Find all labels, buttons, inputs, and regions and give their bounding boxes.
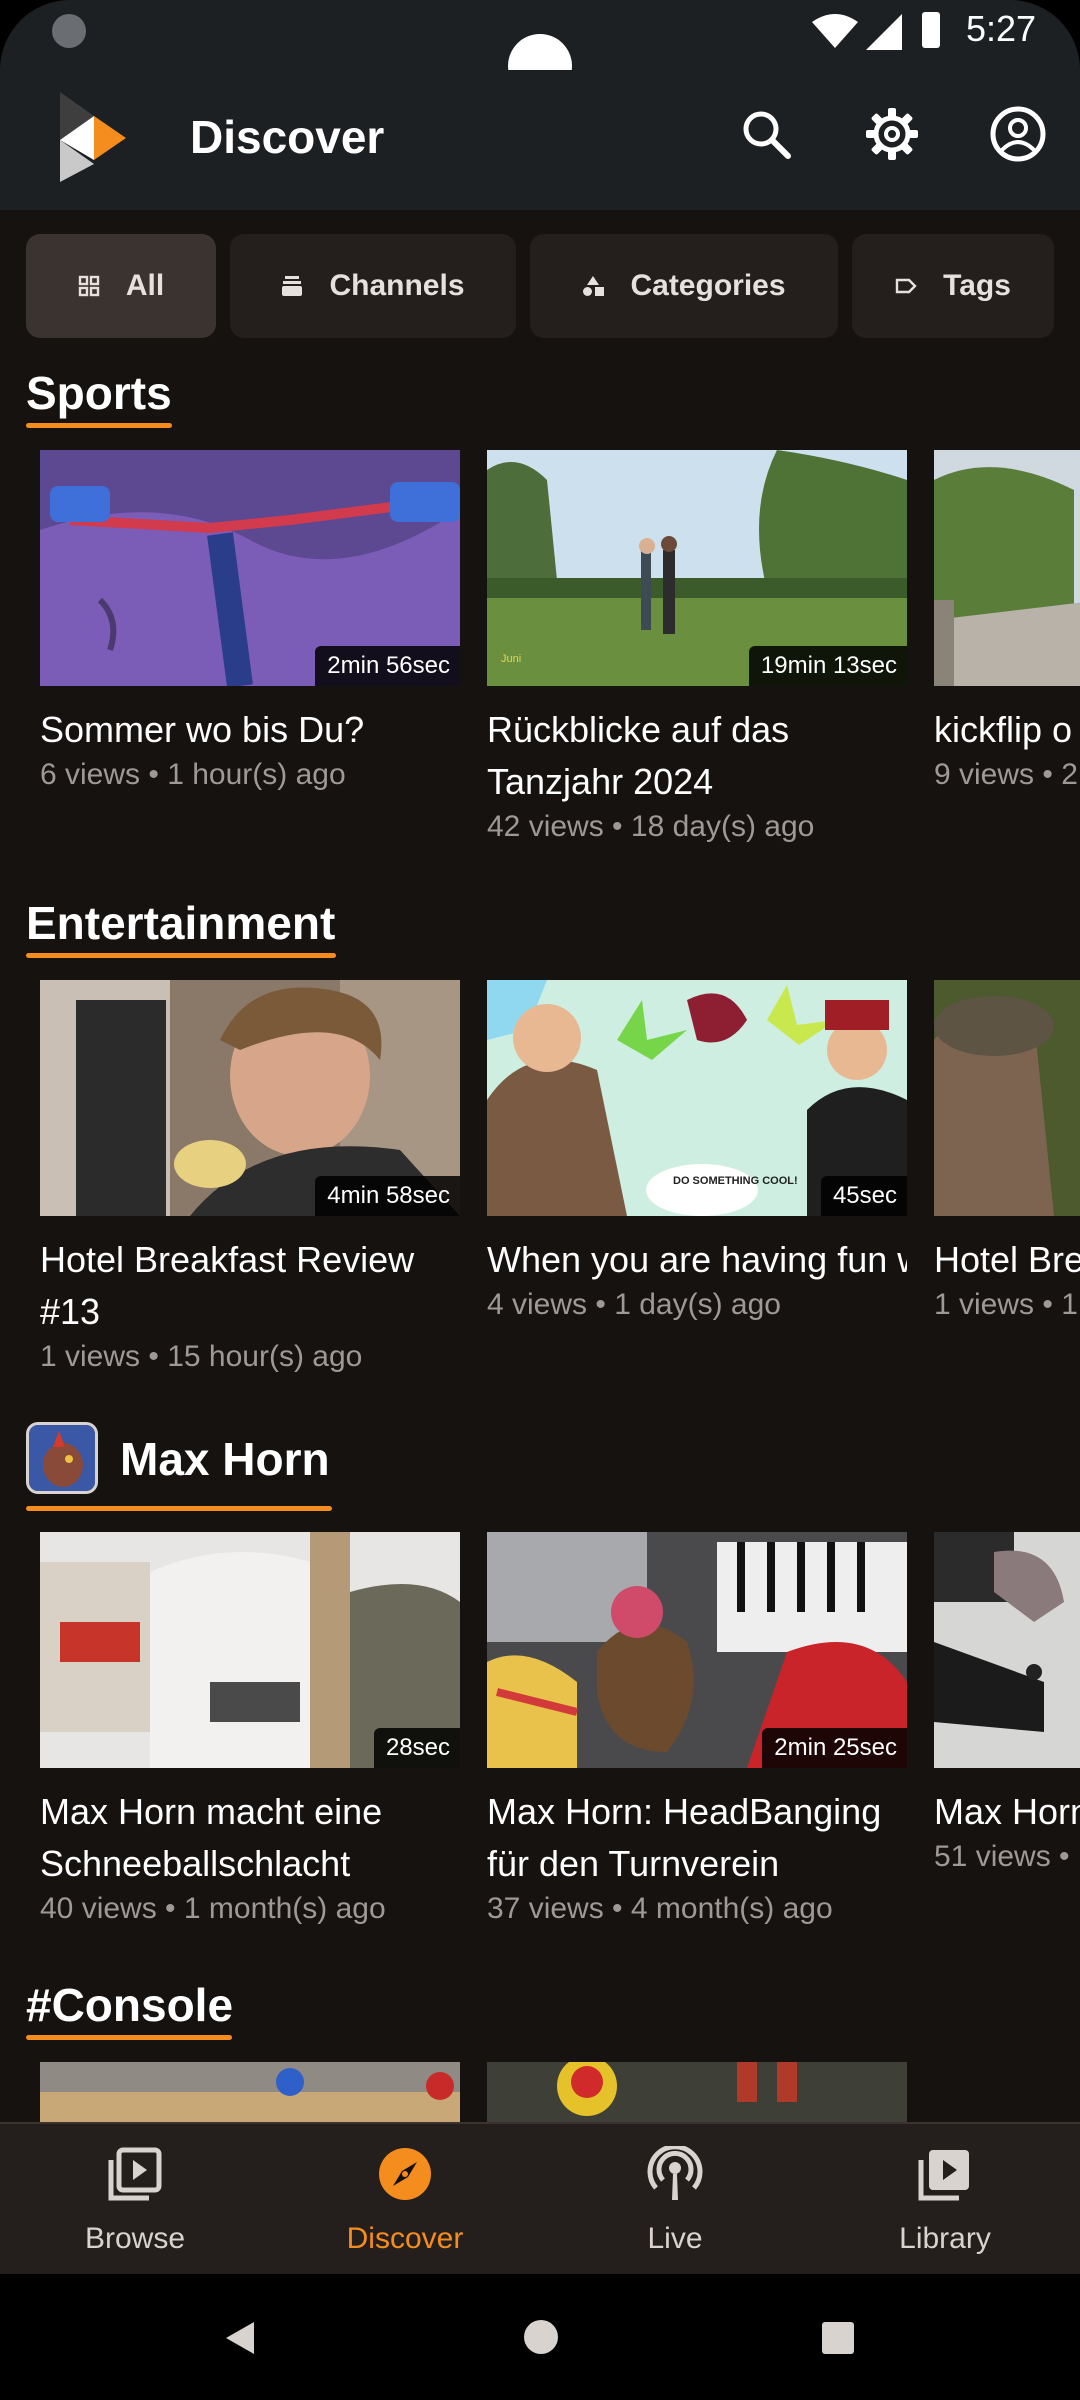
- nav-item-browse[interactable]: Browse: [0, 2124, 270, 2276]
- chip-categories[interactable]: Categories: [530, 234, 838, 338]
- video-thumbnail[interactable]: 28sec: [40, 1532, 460, 1768]
- video-thumbnail[interactable]: 4min 58sec: [40, 980, 460, 1216]
- nav-item-library[interactable]: Library: [810, 2124, 1080, 2276]
- library-icon: [918, 2150, 969, 2201]
- video-thumbnail[interactable]: [40, 2062, 460, 2124]
- video-thumbnail[interactable]: [487, 2062, 907, 2124]
- video-card[interactable]: DO SOMETHING COOL! 45sec When you are ha…: [487, 980, 907, 1322]
- video-card[interactable]: 4min 58sec Hotel Breakfast Review #13 1 …: [40, 980, 460, 1374]
- video-thumbnail[interactable]: [934, 1532, 1080, 1768]
- duration-badge: 45sec: [820, 1176, 907, 1216]
- thumb-caption: Juni: [501, 653, 521, 665]
- video-card[interactable]: Hotel Bre #12 part 1 views • 1: [934, 980, 1080, 1322]
- nav-item-discover[interactable]: Discover: [270, 2124, 540, 2276]
- video-title[interactable]: When you are having fun with a yo-yo and…: [487, 1234, 907, 1286]
- video-title[interactable]: Hotel Bre #12 part: [934, 1234, 1080, 1286]
- video-title[interactable]: Rückblicke auf das Tanzjahr 2024: [487, 704, 907, 808]
- filter-chips: All Channels Categories Tags: [0, 212, 1080, 362]
- video-meta: 4 views • 1 day(s) ago: [487, 1288, 781, 1321]
- video-title[interactable]: Hotel Breakfast Review #13: [40, 1234, 460, 1338]
- chip-label: All: [125, 269, 165, 302]
- chip-label: Tags: [943, 269, 1011, 302]
- section-underline: [26, 423, 172, 428]
- video-thumbnail[interactable]: Juni 19min 13sec: [487, 450, 907, 686]
- channel-avatar[interactable]: [26, 1422, 98, 1494]
- live-icon: [647, 2146, 703, 2200]
- tag-icon: [895, 278, 917, 294]
- video-card[interactable]: kickflip o beaverto 9 views • 2: [934, 450, 1080, 792]
- browse-icon: [108, 2147, 162, 2201]
- nav-label: Live: [647, 2222, 703, 2255]
- video-thumbnail[interactable]: [934, 980, 1080, 1216]
- video-meta: 9 views • 2: [934, 758, 1078, 791]
- grid-icon: [78, 275, 100, 297]
- section-title-max-horn[interactable]: Max Horn: [120, 1432, 330, 1486]
- duration-badge: 2min 25sec: [762, 1728, 907, 1768]
- back-icon[interactable]: [224, 2320, 256, 2356]
- video-card[interactable]: [40, 2062, 460, 2124]
- recents-icon[interactable]: [822, 2322, 854, 2354]
- video-title[interactable]: kickflip o beaverto: [934, 704, 1080, 756]
- video-thumbnail[interactable]: 2min 56sec: [40, 450, 460, 686]
- video-meta: 37 views • 4 month(s) ago: [487, 1892, 833, 1925]
- shapes-icon: [583, 276, 605, 296]
- channels-icon: [282, 276, 303, 296]
- video-card[interactable]: Max Horn Skateboa 51 views •: [934, 1532, 1080, 1874]
- system-navigation-bar: [0, 2274, 1080, 2400]
- section-underline: [26, 953, 336, 958]
- nav-label: Library: [899, 2222, 991, 2255]
- section-title-console[interactable]: #Console: [26, 1978, 233, 2032]
- bottom-navigation: Browse Discover Live Library: [0, 2122, 1080, 2276]
- chip-tags[interactable]: Tags: [852, 234, 1054, 338]
- video-title[interactable]: Max Horn: HeadBanging für den Turnverein: [487, 1786, 907, 1890]
- duration-badge: 28sec: [373, 1728, 460, 1768]
- video-card[interactable]: 2min 25sec Max Horn: HeadBanging für den…: [487, 1532, 907, 1926]
- chip-label: Channels: [329, 269, 465, 302]
- video-card[interactable]: 28sec Max Horn macht eine Schneeballschl…: [40, 1532, 460, 1926]
- video-thumbnail[interactable]: DO SOMETHING COOL! 45sec: [487, 980, 907, 1216]
- video-meta: 42 views • 18 day(s) ago: [487, 810, 815, 843]
- nav-label: Discover: [346, 2222, 464, 2255]
- chip-channels[interactable]: Channels: [230, 234, 516, 338]
- section-title-sports[interactable]: Sports: [26, 366, 172, 420]
- thumb-caption: DO SOMETHING COOL!: [673, 1175, 798, 1187]
- screen: 5:27 Discover All Channels Categories Ta…: [0, 0, 1080, 2400]
- video-card[interactable]: 2min 56sec Sommer wo bis Du? 6 views • 1…: [40, 450, 460, 792]
- section-underline: [26, 1506, 332, 1511]
- video-meta: 40 views • 1 month(s) ago: [40, 1892, 386, 1925]
- nav-item-live[interactable]: Live: [540, 2124, 810, 2276]
- video-thumbnail[interactable]: [934, 450, 1080, 686]
- video-title[interactable]: Sommer wo bis Du?: [40, 704, 460, 756]
- duration-badge: 19min 13sec: [748, 646, 907, 686]
- video-meta: 1 views • 15 hour(s) ago: [40, 1340, 363, 1373]
- video-title[interactable]: Max Horn Skateboa: [934, 1786, 1080, 1838]
- video-card[interactable]: [487, 2062, 907, 2124]
- chip-all[interactable]: All: [26, 234, 216, 338]
- video-meta: 6 views • 1 hour(s) ago: [40, 758, 346, 791]
- video-thumbnail[interactable]: 2min 25sec: [487, 1532, 907, 1768]
- duration-badge: 4min 58sec: [315, 1176, 460, 1216]
- duration-badge: 2min 56sec: [315, 646, 460, 686]
- chip-label: Categories: [630, 269, 786, 302]
- nav-label: Browse: [84, 2222, 186, 2255]
- discover-content: All Channels Categories Tags Sports 2min…: [0, 0, 1080, 2124]
- compass-icon: [379, 2148, 431, 2200]
- video-meta: 51 views •: [934, 1840, 1070, 1873]
- section-title-entertainment[interactable]: Entertainment: [26, 896, 335, 950]
- section-underline: [26, 2035, 232, 2040]
- video-meta: 1 views • 1: [934, 1288, 1078, 1321]
- video-title[interactable]: Max Horn macht eine Schneeballschlacht: [40, 1786, 460, 1890]
- home-icon[interactable]: [524, 2320, 558, 2354]
- video-card[interactable]: Juni 19min 13sec Rückblicke auf das Tanz…: [487, 450, 907, 844]
